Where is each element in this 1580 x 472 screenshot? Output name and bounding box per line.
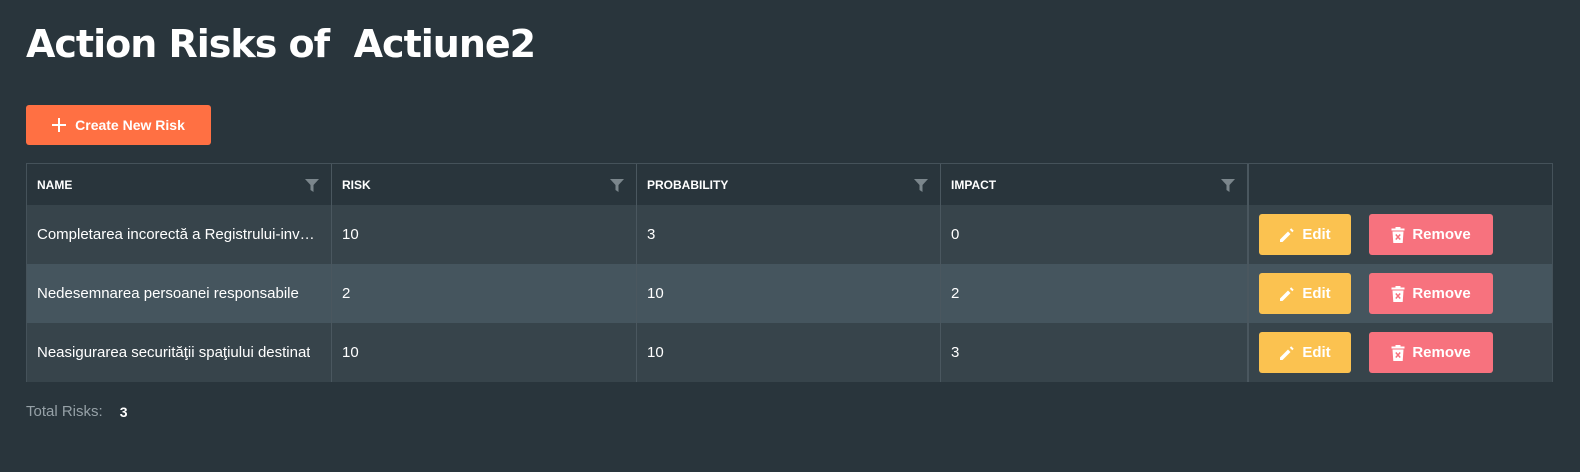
cell-name: Completarea incorectă a Registrului-inve… [27, 205, 332, 264]
cell-probability: 10 [637, 323, 941, 382]
column-header-impact[interactable]: IMPACT [941, 164, 1248, 205]
cell-probability: 3 [637, 205, 941, 264]
pencil-icon [1280, 345, 1295, 360]
edit-button[interactable]: Edit [1259, 332, 1351, 373]
cell-impact: 0 [941, 205, 1248, 264]
cell-impact: 3 [941, 323, 1248, 382]
page-title: Action Risks of Actiune2 [26, 22, 536, 66]
edit-button[interactable]: Edit [1259, 273, 1351, 314]
cell-risk: 2 [332, 264, 637, 323]
column-header-probability[interactable]: PROBABILITY [637, 164, 941, 205]
table-row: Neasigurarea securităţii spaţiului desti… [27, 323, 1552, 382]
column-header-label: IMPACT [951, 177, 997, 192]
table-footer: Total Risks: 3 [26, 403, 127, 420]
remove-button[interactable]: Remove [1369, 214, 1493, 255]
create-new-risk-button[interactable]: Create New Risk [26, 105, 211, 145]
table-header: NAME RISK PROBABILITY IMPACT [27, 164, 1552, 205]
pencil-icon [1280, 286, 1295, 301]
edit-label: Edit [1302, 344, 1331, 361]
cell-risk: 10 [332, 205, 637, 264]
table-row: Completarea incorectă a Registrului-inve… [27, 205, 1552, 264]
remove-label: Remove [1412, 285, 1471, 302]
filter-icon[interactable] [305, 179, 319, 192]
column-header-actions [1248, 164, 1552, 205]
column-header-label: NAME [37, 177, 73, 192]
cell-name: Nedesemnarea persoanei responsabile [27, 264, 332, 323]
cell-actions: Edit Remove [1248, 264, 1552, 323]
edit-label: Edit [1302, 226, 1331, 243]
cell-risk: 10 [332, 323, 637, 382]
filter-icon[interactable] [1221, 179, 1235, 192]
edit-button[interactable]: Edit [1259, 214, 1351, 255]
total-risks-count: 3 [119, 403, 128, 420]
column-header-label: PROBABILITY [647, 177, 729, 192]
edit-label: Edit [1302, 285, 1331, 302]
trash-icon [1391, 344, 1405, 361]
cell-actions: Edit Remove [1248, 323, 1552, 382]
cell-impact: 2 [941, 264, 1248, 323]
create-new-risk-label: Create New Risk [75, 117, 185, 133]
risks-table: NAME RISK PROBABILITY IMPACT Completarea… [26, 163, 1553, 382]
trash-icon [1391, 226, 1405, 243]
total-risks-label: Total Risks: [26, 403, 103, 420]
cell-name: Neasigurarea securităţii spaţiului desti… [27, 323, 332, 382]
column-header-label: RISK [342, 177, 371, 192]
filter-icon[interactable] [610, 179, 624, 192]
remove-label: Remove [1412, 344, 1471, 361]
pencil-icon [1280, 227, 1295, 242]
cell-actions: Edit Remove [1248, 205, 1552, 264]
remove-button[interactable]: Remove [1369, 273, 1493, 314]
remove-label: Remove [1412, 226, 1471, 243]
column-header-risk[interactable]: RISK [332, 164, 637, 205]
page: Action Risks of Actiune2 Create New Risk… [0, 0, 1580, 472]
remove-button[interactable]: Remove [1369, 332, 1493, 373]
filter-icon[interactable] [914, 179, 928, 192]
table-row: Nedesemnarea persoanei responsabile 2 10… [27, 264, 1552, 323]
trash-icon [1391, 285, 1405, 302]
column-header-name[interactable]: NAME [27, 164, 332, 205]
cell-probability: 10 [637, 264, 941, 323]
plus-icon [52, 118, 67, 132]
